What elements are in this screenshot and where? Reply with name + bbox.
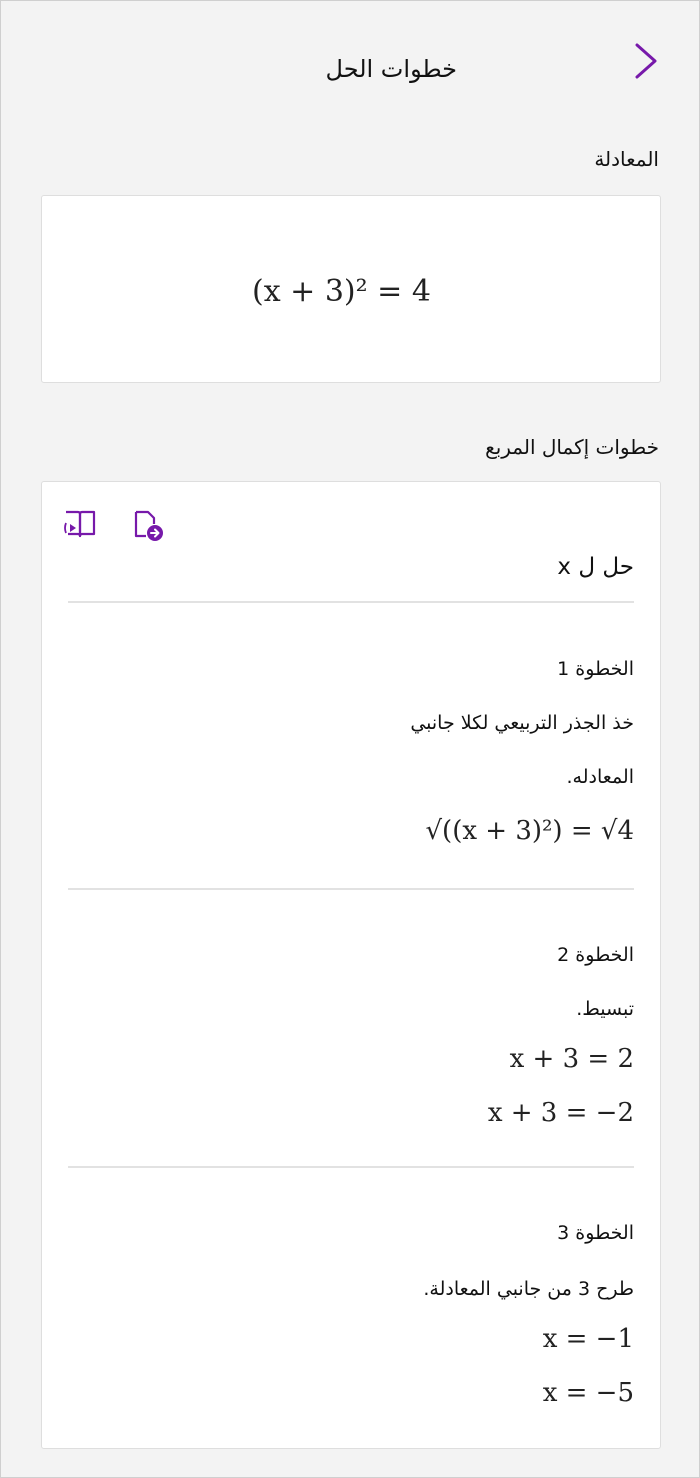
step-2-text: تبسيط. xyxy=(576,998,634,1020)
step-3-equation-1: x = −1 xyxy=(542,1324,634,1354)
step-1-equation: √((x + 3)²) = √4 xyxy=(425,816,634,846)
divider xyxy=(68,1166,634,1168)
solve-for-heading: حل ل x xyxy=(557,554,634,580)
step-2-title: الخطوة 2 xyxy=(557,944,634,966)
insert-to-page-icon[interactable] xyxy=(128,504,168,544)
step-2-equation-2: x + 3 = −2 xyxy=(487,1098,634,1128)
equation-card: (x + 3)² = 4 xyxy=(41,195,661,383)
chevron-right-icon[interactable] xyxy=(627,39,667,83)
pane-header: خطوات الحل xyxy=(1,1,699,121)
immersive-reader-icon[interactable] xyxy=(60,504,100,544)
equation-label: المعادلة xyxy=(594,147,659,171)
step-3-text: طرح 3 من جانبي المعادلة. xyxy=(423,1278,634,1300)
step-3-title: الخطوة 3 xyxy=(557,1222,634,1244)
divider xyxy=(68,601,634,603)
step-1-text-continued: المعادله. xyxy=(566,766,634,788)
main-equation: (x + 3)² = 4 xyxy=(252,274,431,309)
solution-steps-pane: خطوات الحل المعادلة (x + 3)² = 4 خطوات إ… xyxy=(0,0,700,1478)
step-2-equation-1: x + 3 = 2 xyxy=(509,1044,634,1074)
step-1-title: الخطوة 1 xyxy=(557,658,634,680)
step-1-text: خذ الجذر التربيعي لكلا جانبي xyxy=(410,712,634,734)
steps-method-label: خطوات إكمال المربع xyxy=(485,435,659,459)
steps-card: حل ل x الخطوة 1 خذ الجذر التربيعي لكلا ج… xyxy=(41,481,661,1449)
step-3-equation-2: x = −5 xyxy=(542,1378,634,1408)
pane-title: خطوات الحل xyxy=(325,55,457,83)
divider xyxy=(68,888,634,890)
